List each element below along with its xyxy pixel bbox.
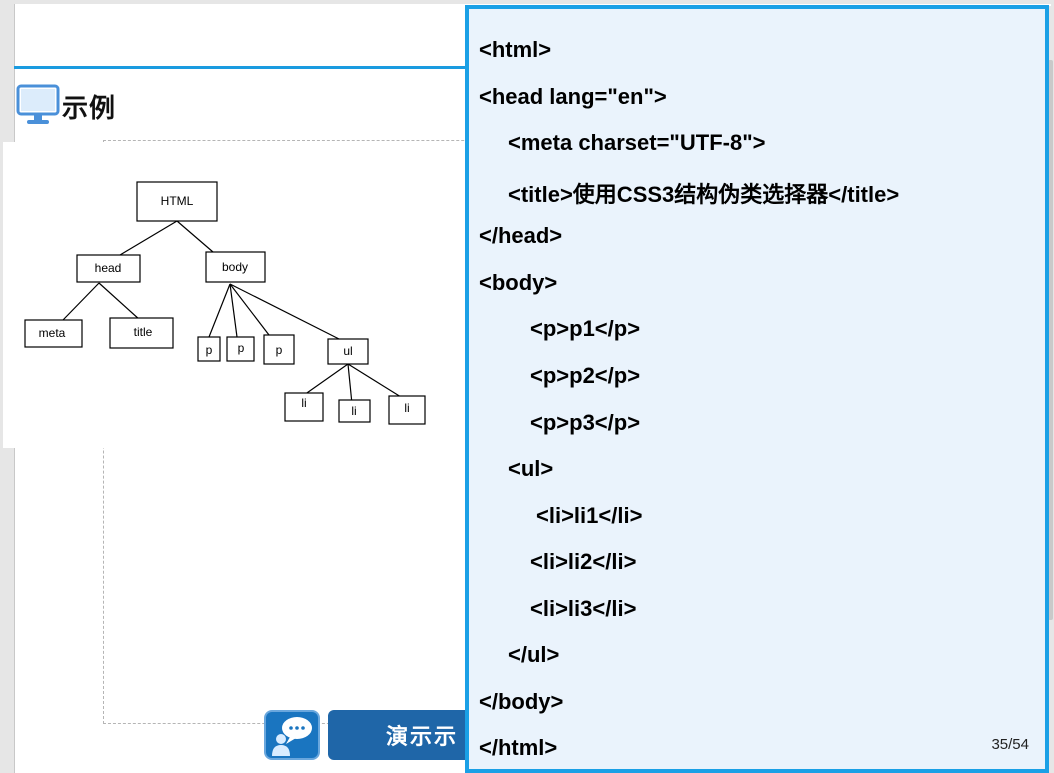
tree-label-li: li bbox=[404, 401, 409, 415]
page-indicator: 35/54 bbox=[991, 736, 1029, 753]
code-line: <meta charset="UTF-8"> bbox=[508, 130, 766, 155]
speech-bubble-icon[interactable] bbox=[264, 710, 320, 760]
code-line: <li>li3</li> bbox=[530, 596, 637, 621]
slide-heading: 示例 bbox=[16, 84, 116, 128]
tree-label-li: li bbox=[301, 396, 306, 410]
tree-label-ul: ul bbox=[343, 344, 352, 358]
code-line: <ul> bbox=[508, 456, 554, 481]
code-line: <p>p1</p> bbox=[530, 316, 641, 341]
code-line: </head> bbox=[479, 223, 563, 248]
tree-label-title: title bbox=[134, 325, 153, 339]
tree-label-p: p bbox=[238, 341, 245, 355]
code-line: </body> bbox=[479, 689, 564, 714]
code-line: <body> bbox=[479, 270, 558, 295]
tree-label-html: HTML bbox=[161, 194, 194, 208]
code-line: <html> bbox=[479, 37, 552, 62]
code-line: <li>li2</li> bbox=[530, 549, 637, 574]
tree-label-meta: meta bbox=[39, 326, 66, 340]
code-line: <p>p2</p> bbox=[530, 363, 641, 388]
code-line: <p>p3</p> bbox=[530, 410, 641, 435]
code-line: <title>使用CSS3结构伪类选择器</title> bbox=[508, 182, 900, 207]
code-line: </html> bbox=[479, 735, 558, 760]
monitor-icon bbox=[16, 84, 62, 128]
code-line: <li>li1</li> bbox=[536, 503, 643, 528]
demo-button[interactable]: 演示示 bbox=[328, 710, 478, 760]
code-line: <head lang="en"> bbox=[479, 84, 667, 109]
heading-title: 示例 bbox=[62, 93, 117, 124]
tree-label-p: p bbox=[206, 343, 213, 357]
code-panel: <html> <head lang="en"> <meta charset="U… bbox=[465, 5, 1049, 773]
header-divider bbox=[14, 66, 474, 69]
tree-label-li: li bbox=[351, 404, 356, 418]
code-line: </ul> bbox=[508, 642, 560, 667]
tree-label-body: body bbox=[222, 260, 248, 274]
tree-label-head: head bbox=[95, 261, 122, 275]
dom-tree-diagram: HTML head body meta title p p p ul li li… bbox=[3, 142, 467, 448]
tree-label-p: p bbox=[276, 343, 283, 357]
